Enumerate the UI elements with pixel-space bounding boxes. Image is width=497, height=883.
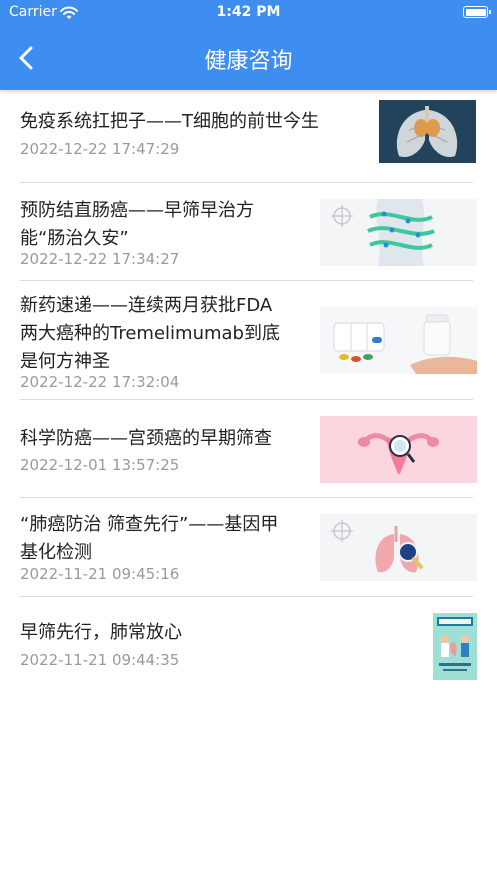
news-date: 2022-11-21 09:44:35 xyxy=(20,651,180,669)
news-date: 2022-12-22 17:47:29 xyxy=(20,140,180,158)
news-title-line: 两大癌种的Tremelimumab到底 xyxy=(20,323,280,344)
news-title-line: 免疫系统扛把子——T细胞的前世今生 xyxy=(20,111,319,132)
lungs-image xyxy=(379,100,476,163)
news-title-line: 科学防癌——宫颈癌的早期筛查 xyxy=(20,428,272,449)
news-list: 免疫系统扛把子——T细胞的前世今生 2022-12-22 17:47:29 预防… xyxy=(0,90,497,687)
news-item[interactable]: 科学防癌——宫颈癌的早期筛查 2022-12-01 13:57:25 xyxy=(0,400,497,498)
news-date: 2022-12-22 17:34:27 xyxy=(20,250,180,268)
status-bar: Carrier 1:42 PM xyxy=(0,0,497,26)
news-title-line: 基化检测 xyxy=(20,542,92,563)
poster-image xyxy=(433,613,477,680)
page-title: 健康咨询 xyxy=(204,49,293,74)
news-title-line: 早筛先行，肺常放心 xyxy=(20,622,182,643)
news-date: 2022-12-01 13:57:25 xyxy=(20,456,180,474)
news-item[interactable]: “肺癌防治 筛查先行”——基因甲 基化检测 2022-11-21 09:45:1… xyxy=(0,498,497,597)
news-item[interactable]: 预防结直肠癌——早筛早治方 能“肠治久安” 2022-12-22 17:34:2… xyxy=(0,183,497,281)
pills-bottle-image xyxy=(320,307,477,374)
news-title-line: “肺癌防治 筛查先行”——基因甲 xyxy=(20,514,279,535)
news-title: “肺癌防治 筛查先行”——基因甲 基化检测 xyxy=(20,511,278,567)
intestine-illustration xyxy=(320,199,477,266)
uterus-illustration xyxy=(320,416,477,483)
battery-icon xyxy=(463,6,491,18)
lung-magnifier-illustration xyxy=(320,514,477,581)
news-title: 免疫系统扛把子——T细胞的前世今生 xyxy=(20,108,319,136)
news-title: 预防结直肠癌——早筛早治方 能“肠治久安” xyxy=(20,197,254,253)
news-title: 早筛先行，肺常放心 xyxy=(20,619,182,647)
news-title-line: 新药速递——连续两月获批FDA xyxy=(20,295,273,316)
news-title-line: 预防结直肠癌——早筛早治方 xyxy=(20,200,254,221)
news-item[interactable]: 新药速递——连续两月获批FDA 两大癌种的Tremelimumab到底 是何方神… xyxy=(0,281,497,400)
news-item[interactable]: 早筛先行，肺常放心 2022-11-21 09:44:35 xyxy=(0,597,497,687)
news-title: 新药速递——连续两月获批FDA 两大癌种的Tremelimumab到底 是何方神… xyxy=(20,292,280,376)
news-title: 科学防癌——宫颈癌的早期筛查 xyxy=(20,425,272,453)
news-date: 2022-11-21 09:45:16 xyxy=(20,565,180,583)
news-item[interactable]: 免疫系统扛把子——T细胞的前世今生 2022-12-22 17:47:29 xyxy=(0,90,497,183)
news-date: 2022-12-22 17:32:04 xyxy=(20,373,180,391)
status-time: 1:42 PM xyxy=(216,4,281,20)
navigation-bar: 健康咨询 xyxy=(0,26,497,90)
